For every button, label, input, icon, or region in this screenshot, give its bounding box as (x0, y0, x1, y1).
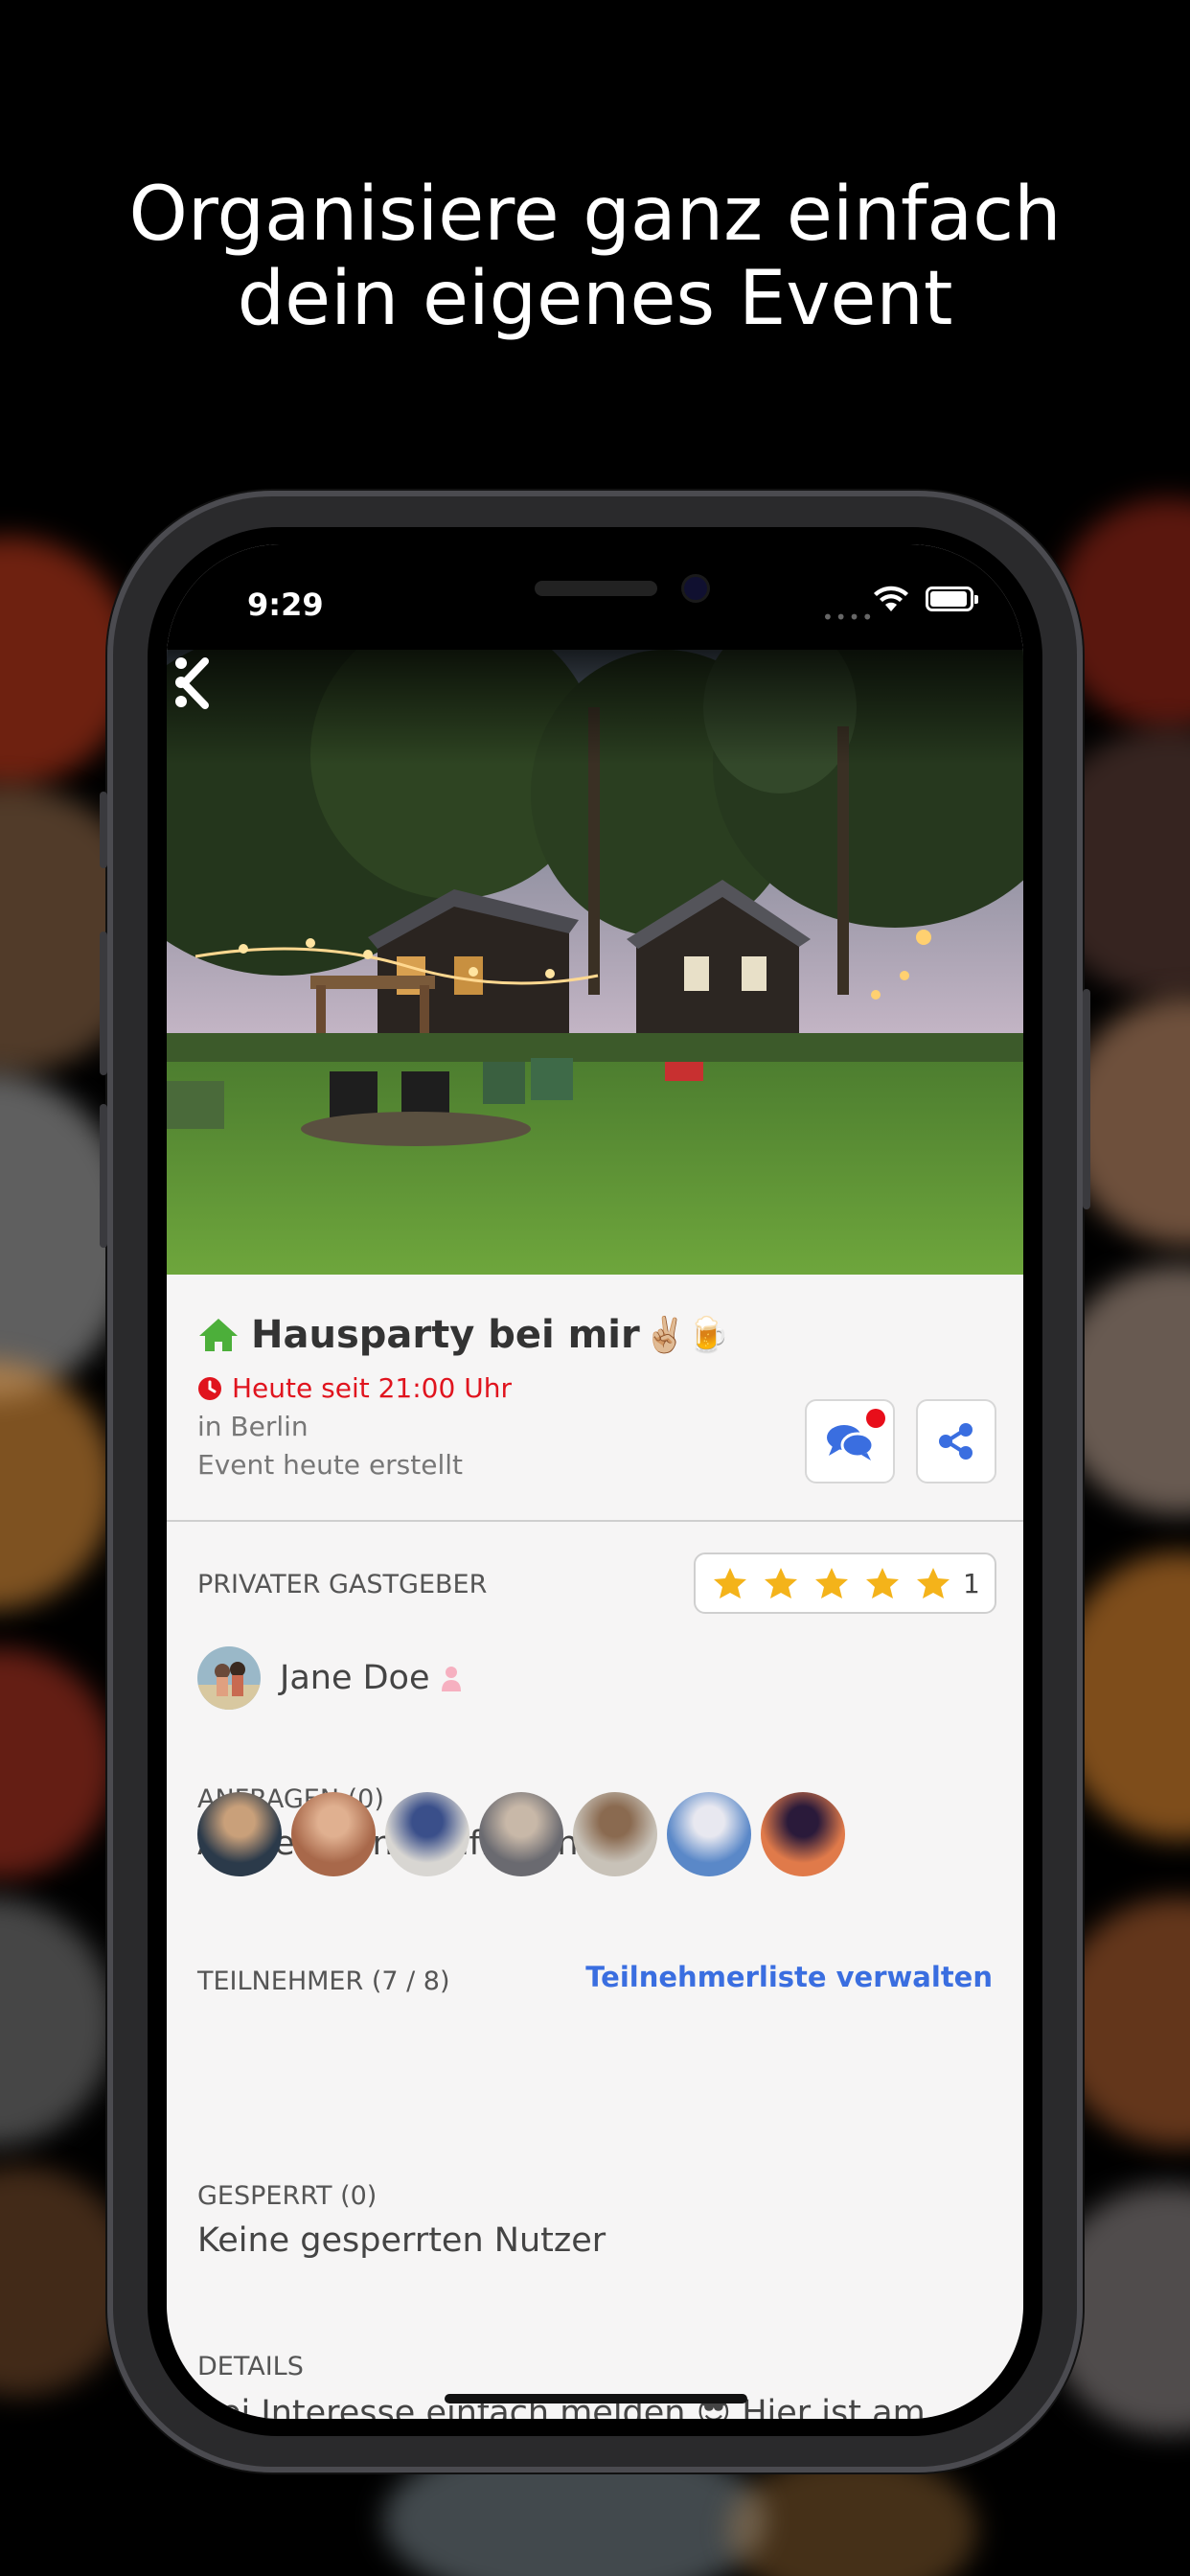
status-bar: 9:29 •••• (167, 544, 1023, 650)
host-row[interactable]: Jane Doe (197, 1646, 463, 1710)
speaker-grille (535, 581, 657, 596)
divider (167, 1520, 1023, 1522)
event-created: Event heute erstellt (197, 1449, 464, 1481)
share-button[interactable] (916, 1399, 996, 1484)
participant-avatar[interactable] (667, 1792, 751, 1876)
participants-list (197, 1792, 855, 1876)
home-icon (199, 1319, 238, 1351)
participant-avatar[interactable] (385, 1792, 469, 1876)
event-title-row: Hausparty bei mir ✌🏼🍺 (197, 1313, 729, 1357)
app-screen: 9:29 •••• Hausparty bei mir ✌🏼🍺 Heute se… (167, 544, 1023, 2419)
headline: Organisiere ganz einfach dein eigenes Ev… (0, 172, 1190, 341)
star-icon (714, 1568, 746, 1598)
participant-avatar[interactable] (573, 1792, 657, 1876)
host-rating[interactable]: 1 (694, 1552, 996, 1614)
host-avatar (197, 1646, 261, 1710)
event-time-row: Heute seit 21:00 Uhr (197, 1372, 512, 1404)
wifi-icon (874, 586, 908, 611)
participant-avatar[interactable] (761, 1792, 845, 1876)
event-hero-image (167, 650, 1023, 1275)
battery-icon (926, 586, 978, 611)
front-camera (684, 577, 707, 600)
blocked-section-label: GESPERRT (0) (197, 2181, 378, 2211)
headline-line-2: dein eigenes Event (237, 256, 953, 342)
star-icon (866, 1568, 899, 1598)
signal-icon: •••• (822, 606, 876, 629)
host-section-label: PRIVATER GASTGEBER (197, 1570, 488, 1599)
notification-dot (866, 1409, 885, 1428)
chat-icon (827, 1425, 875, 1460)
host-name: Jane Doe (280, 1659, 430, 1697)
participants-section-label: TEILNEHMER (7 / 8) (197, 1966, 450, 1996)
event-location: in Berlin (197, 1411, 309, 1442)
more-options-button[interactable] (167, 650, 195, 717)
event-title: Hausparty bei mir (251, 1313, 640, 1357)
chat-button[interactable] (805, 1399, 895, 1484)
participant-avatar[interactable] (291, 1792, 376, 1876)
female-user-icon (441, 1667, 461, 1691)
participant-avatar[interactable] (197, 1792, 282, 1876)
clock-icon (198, 1376, 221, 1400)
participant-avatar[interactable] (479, 1792, 563, 1876)
home-indicator[interactable] (445, 2394, 747, 2404)
event-time: Heute seit 21:00 Uhr (232, 1372, 512, 1404)
star-icon (815, 1568, 848, 1598)
phone-frame: 9:29 •••• Hausparty bei mir ✌🏼🍺 Heute se… (100, 491, 1090, 2472)
star-icon (765, 1568, 797, 1598)
share-icon (939, 1423, 973, 1460)
rating-count: 1 (963, 1567, 980, 1599)
details-section-label: DETAILS (197, 2352, 304, 2381)
status-time: 9:29 (247, 586, 324, 623)
event-title-emoji: ✌🏼🍺 (643, 1316, 730, 1355)
manage-participants-link[interactable]: Teilnehmerliste verwalten (585, 1961, 993, 1993)
star-icon (917, 1568, 950, 1598)
headline-line-1: Organisiere ganz einfach (128, 172, 1062, 258)
blocked-text: Keine gesperrten Nutzer (197, 2221, 606, 2260)
